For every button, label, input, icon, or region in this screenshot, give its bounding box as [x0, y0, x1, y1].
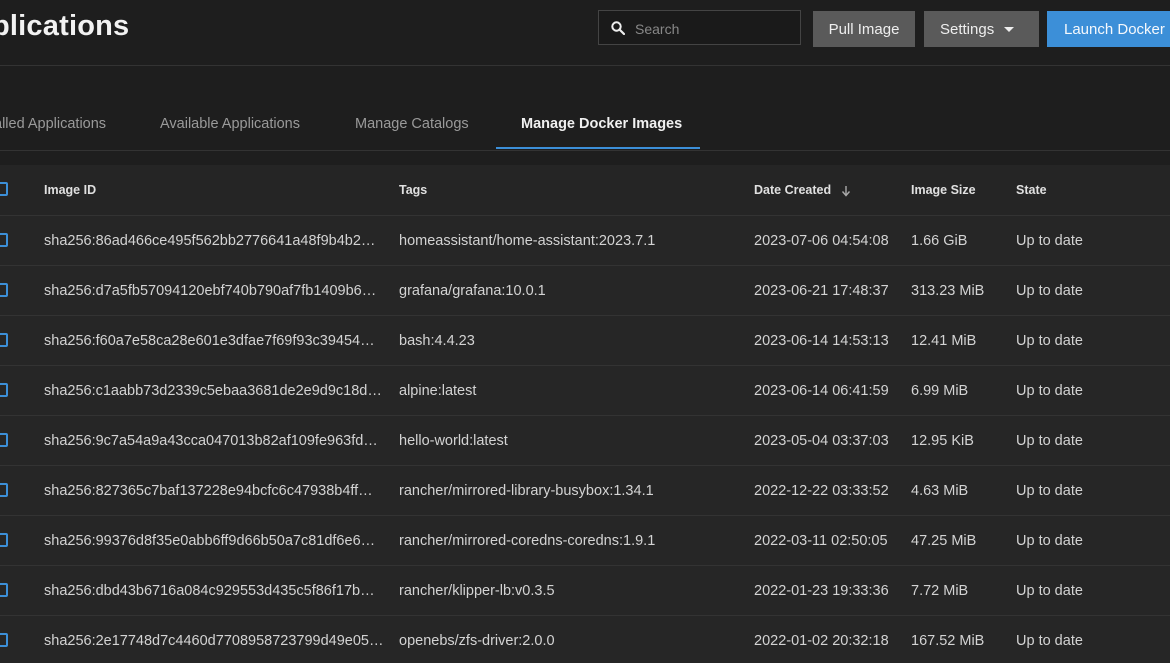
state-cell: Up to date	[1016, 483, 1083, 499]
row-checkbox[interactable]	[0, 283, 8, 297]
tags-cell: bash:4.4.23	[399, 333, 475, 349]
launch-label: Launch Docker I	[1064, 20, 1170, 38]
date-created-cell: 2022-01-02 20:32:18	[754, 633, 889, 649]
search-icon	[611, 21, 625, 35]
tags-cell: alpine:latest	[399, 383, 477, 399]
image-id-cell: sha256:dbd43b6716a084c929553d435c5f86f17…	[44, 583, 375, 599]
caret-down-icon	[1004, 26, 1015, 32]
date-created-cell: 2023-05-04 03:37:03	[754, 433, 889, 449]
column-header-image-id[interactable]: Image ID	[44, 165, 384, 215]
state-cell: Up to date	[1016, 283, 1083, 299]
date-created-cell: 2022-01-23 19:33:36	[754, 583, 889, 599]
tags-cell: hello-world:latest	[399, 433, 508, 449]
table-row[interactable]: sha256:2e17748d7c4460d7708958723799d49e0…	[0, 616, 1170, 663]
row-checkbox[interactable]	[0, 533, 8, 547]
image-size-cell: 47.25 MiB	[911, 533, 977, 549]
tab-installed-applications[interactable]: alled Applications	[0, 116, 106, 132]
tags-cell: homeassistant/home-assistant:2023.7.1	[399, 233, 656, 249]
image-size-cell: 12.41 MiB	[911, 333, 977, 349]
settings-label: Settings	[940, 20, 995, 38]
tags-cell: grafana/grafana:10.0.1	[399, 283, 546, 299]
row-checkbox[interactable]	[0, 383, 8, 397]
active-tab-indicator	[496, 147, 700, 149]
row-checkbox[interactable]	[0, 333, 8, 347]
launch-docker-image-button[interactable]: Launch Docker I	[1047, 11, 1170, 47]
image-size-cell: 12.95 KiB	[911, 433, 974, 449]
pull-image-label: Pull Image	[828, 20, 900, 38]
table-row[interactable]: sha256:86ad466ce495f562bb2776641a48f9b4b…	[0, 216, 1170, 266]
select-all-checkbox[interactable]	[0, 182, 8, 196]
column-header-tags[interactable]: Tags	[399, 165, 739, 215]
settings-button[interactable]: Settings	[924, 11, 1039, 47]
row-checkbox[interactable]	[0, 583, 8, 597]
image-size-cell: 167.52 MiB	[911, 633, 985, 649]
date-created-cell: 2023-06-21 17:48:37	[754, 283, 889, 299]
state-cell: Up to date	[1016, 533, 1083, 549]
page: plications Pull Image Settings Launch Do…	[0, 0, 1170, 663]
state-cell: Up to date	[1016, 333, 1083, 349]
table-row[interactable]: sha256:827365c7baf137228e94bcfc6c47938b4…	[0, 466, 1170, 516]
state-cell: Up to date	[1016, 383, 1083, 399]
image-size-cell: 6.99 MiB	[911, 383, 969, 399]
image-id-cell: sha256:9c7a54a9a43cca047013b82af109fe963…	[44, 433, 378, 449]
date-created-cell: 2023-06-14 14:53:13	[754, 333, 889, 349]
image-id-cell: sha256:c1aabb73d2339c5ebaa3681de2e9d9c18…	[44, 383, 382, 399]
tags-cell: openebs/zfs-driver:2.0.0	[399, 633, 555, 649]
tab-manage-catalogs[interactable]: Manage Catalogs	[355, 116, 469, 132]
image-size-cell: 313.23 MiB	[911, 283, 985, 299]
table-row[interactable]: sha256:c1aabb73d2339c5ebaa3681de2e9d9c18…	[0, 366, 1170, 416]
date-created-cell: 2022-03-11 02:50:05	[754, 533, 888, 549]
tags-cell: rancher/mirrored-library-busybox:1.34.1	[399, 483, 654, 499]
search-box[interactable]	[598, 10, 801, 46]
table-row[interactable]: sha256:d7a5fb57094120ebf740b790af7fb1409…	[0, 266, 1170, 316]
table-row[interactable]: sha256:dbd43b6716a084c929553d435c5f86f17…	[0, 566, 1170, 616]
tags-cell: rancher/mirrored-coredns-coredns:1.9.1	[399, 533, 656, 549]
tags-cell: rancher/klipper-lb:v0.3.5	[399, 583, 555, 599]
column-header-image-size[interactable]: Image Size	[911, 165, 1011, 215]
tab-available-applications[interactable]: Available Applications	[160, 116, 300, 132]
image-id-cell: sha256:2e17748d7c4460d7708958723799d49e0…	[44, 633, 384, 649]
image-size-cell: 4.63 MiB	[911, 483, 969, 499]
image-id-cell: sha256:f60a7e58ca28e601e3dfae7f69f93c394…	[44, 333, 375, 349]
docker-images-table: Image ID Tags Date Created Image Size St…	[0, 165, 1170, 663]
table-header: Image ID Tags Date Created Image Size St…	[0, 165, 1170, 216]
tab-bar: alled Applications Available Application…	[0, 66, 1170, 151]
row-checkbox[interactable]	[0, 233, 8, 247]
image-id-cell: sha256:86ad466ce495f562bb2776641a48f9b4b…	[44, 233, 376, 249]
page-header: plications Pull Image Settings Launch Do…	[0, 0, 1170, 66]
image-size-cell: 7.72 MiB	[911, 583, 969, 599]
search-input[interactable]	[633, 11, 797, 46]
state-cell: Up to date	[1016, 233, 1083, 249]
image-id-cell: sha256:827365c7baf137228e94bcfc6c47938b4…	[44, 483, 373, 499]
tab-manage-docker-images[interactable]: Manage Docker Images	[521, 116, 682, 132]
row-checkbox[interactable]	[0, 483, 8, 497]
table-row[interactable]: sha256:99376d8f35e0abb6ff9d66b50a7c81df6…	[0, 516, 1170, 566]
state-cell: Up to date	[1016, 633, 1083, 649]
date-created-cell: 2023-06-14 06:41:59	[754, 383, 889, 399]
image-id-cell: sha256:99376d8f35e0abb6ff9d66b50a7c81df6…	[44, 533, 376, 549]
date-created-cell: 2022-12-22 03:33:52	[754, 483, 889, 499]
image-id-cell: sha256:d7a5fb57094120ebf740b790af7fb1409…	[44, 283, 377, 299]
arrow-down-icon[interactable]	[841, 185, 851, 197]
column-header-date-created[interactable]: Date Created	[754, 165, 904, 215]
page-title: plications	[0, 10, 130, 42]
image-size-cell: 1.66 GiB	[911, 233, 968, 249]
row-checkbox[interactable]	[0, 633, 8, 647]
table-row[interactable]: sha256:9c7a54a9a43cca047013b82af109fe963…	[0, 416, 1170, 466]
date-created-cell: 2023-07-06 04:54:08	[754, 233, 889, 249]
state-cell: Up to date	[1016, 583, 1083, 599]
column-header-state[interactable]: State	[1016, 165, 1166, 215]
row-checkbox[interactable]	[0, 433, 8, 447]
pull-image-button[interactable]: Pull Image	[813, 11, 915, 47]
column-header-date-created-label: Date Created	[754, 183, 832, 197]
state-cell: Up to date	[1016, 433, 1083, 449]
table-row[interactable]: sha256:f60a7e58ca28e601e3dfae7f69f93c394…	[0, 316, 1170, 366]
table-body: sha256:86ad466ce495f562bb2776641a48f9b4b…	[0, 216, 1170, 663]
